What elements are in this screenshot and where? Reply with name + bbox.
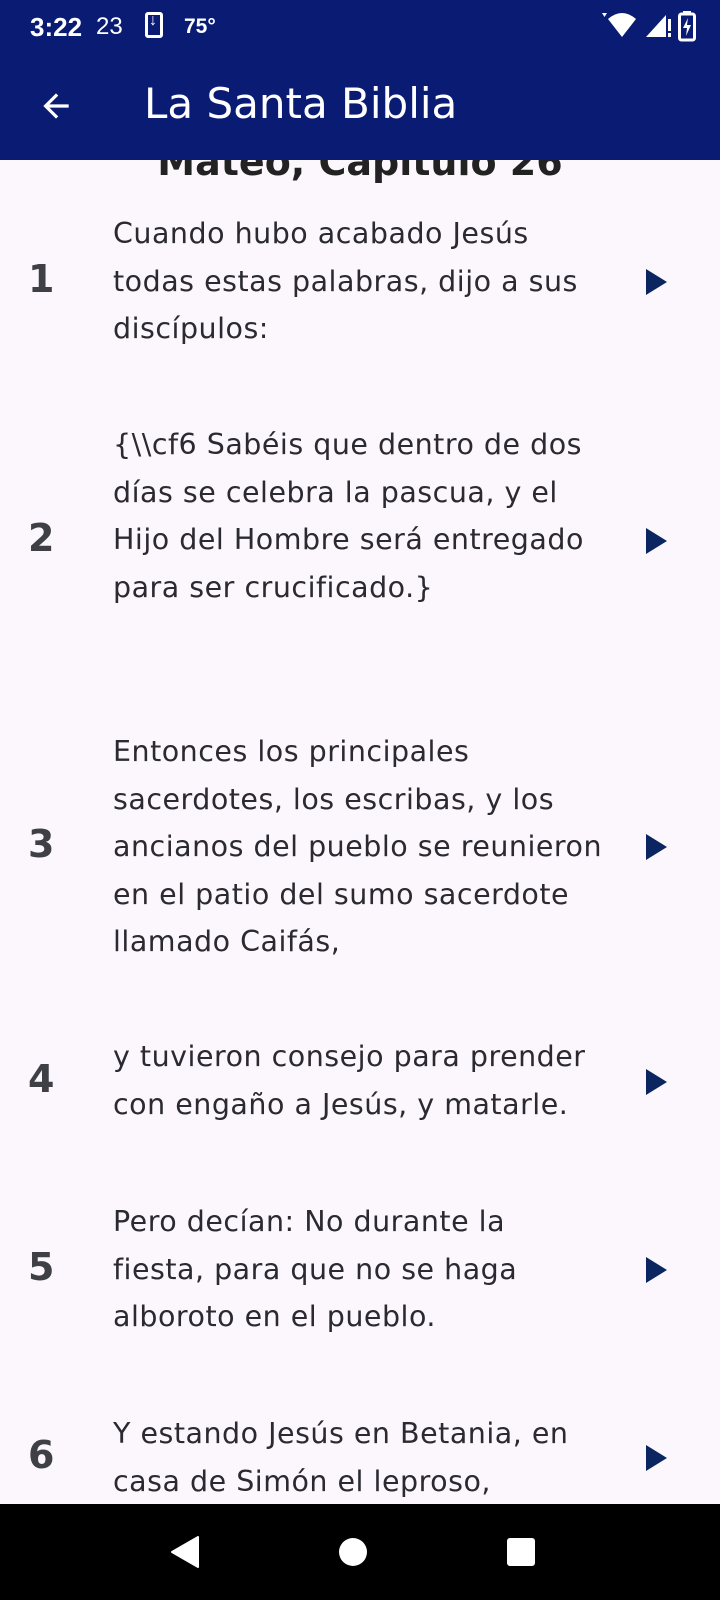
play-icon — [646, 1069, 667, 1095]
recents-square-icon — [507, 1538, 535, 1566]
home-circle-icon — [339, 1538, 367, 1566]
signal-icon — [646, 15, 671, 37]
verse-text: y tuvieron consejo para prender con enga… — [113, 1040, 586, 1121]
play-icon — [646, 269, 667, 295]
play-button[interactable] — [636, 1062, 676, 1102]
download-icon — [145, 12, 163, 38]
verse-number: 6 — [28, 1433, 55, 1477]
verse-number: 5 — [28, 1245, 55, 1289]
play-icon — [646, 528, 667, 554]
verse-number: 3 — [28, 822, 55, 866]
status-temperature: 75° — [184, 15, 216, 38]
play-icon — [646, 1257, 667, 1283]
calendar-icon: 23 — [96, 13, 123, 40]
app-bar: La Santa Biblia — [0, 52, 720, 160]
play-button[interactable] — [636, 521, 676, 561]
verse-text: Y estando Jesús en Betania, en casa de S… — [113, 1417, 569, 1498]
app-title: La Santa Biblia — [144, 79, 458, 128]
play-button[interactable] — [636, 262, 676, 302]
status-right-icons — [598, 10, 696, 42]
verse-number: 1 — [28, 257, 55, 301]
verse-number: 2 — [28, 516, 55, 560]
status-time: 3:22 — [30, 12, 83, 42]
play-icon — [646, 834, 667, 860]
battery-icon — [678, 11, 696, 42]
verse-list[interactable]: Mateo, Capítulo 26 1 Cuando hubo acabado… — [0, 160, 720, 1504]
play-button[interactable] — [636, 1438, 676, 1478]
arrow-back-icon — [43, 93, 69, 119]
verse-text: Entonces los principales sacerdotes, los… — [113, 735, 603, 958]
nav-recents-button[interactable] — [493, 1524, 549, 1580]
status-bar: 3:22 23 75° — [0, 0, 720, 52]
verse-text: {\\cf6 Sabéis que dentro de dos días se … — [113, 428, 584, 604]
wifi-icon — [602, 13, 636, 37]
play-button[interactable] — [636, 827, 676, 867]
nav-back-button[interactable] — [157, 1524, 213, 1580]
chapter-title: Mateo, Capítulo 26 — [157, 160, 563, 184]
play-icon — [646, 1445, 667, 1471]
verse-text: Cuando hubo acabado Jesús todas estas pa… — [113, 217, 578, 345]
nav-home-button[interactable] — [325, 1524, 381, 1580]
verse-number: 4 — [28, 1057, 55, 1101]
verse-text: Pero decían: No durante la fiesta, para … — [113, 1205, 518, 1333]
back-triangle-icon — [171, 1536, 199, 1568]
back-button[interactable] — [30, 80, 82, 132]
play-button[interactable] — [636, 1250, 676, 1290]
system-nav-bar — [0, 1504, 720, 1600]
